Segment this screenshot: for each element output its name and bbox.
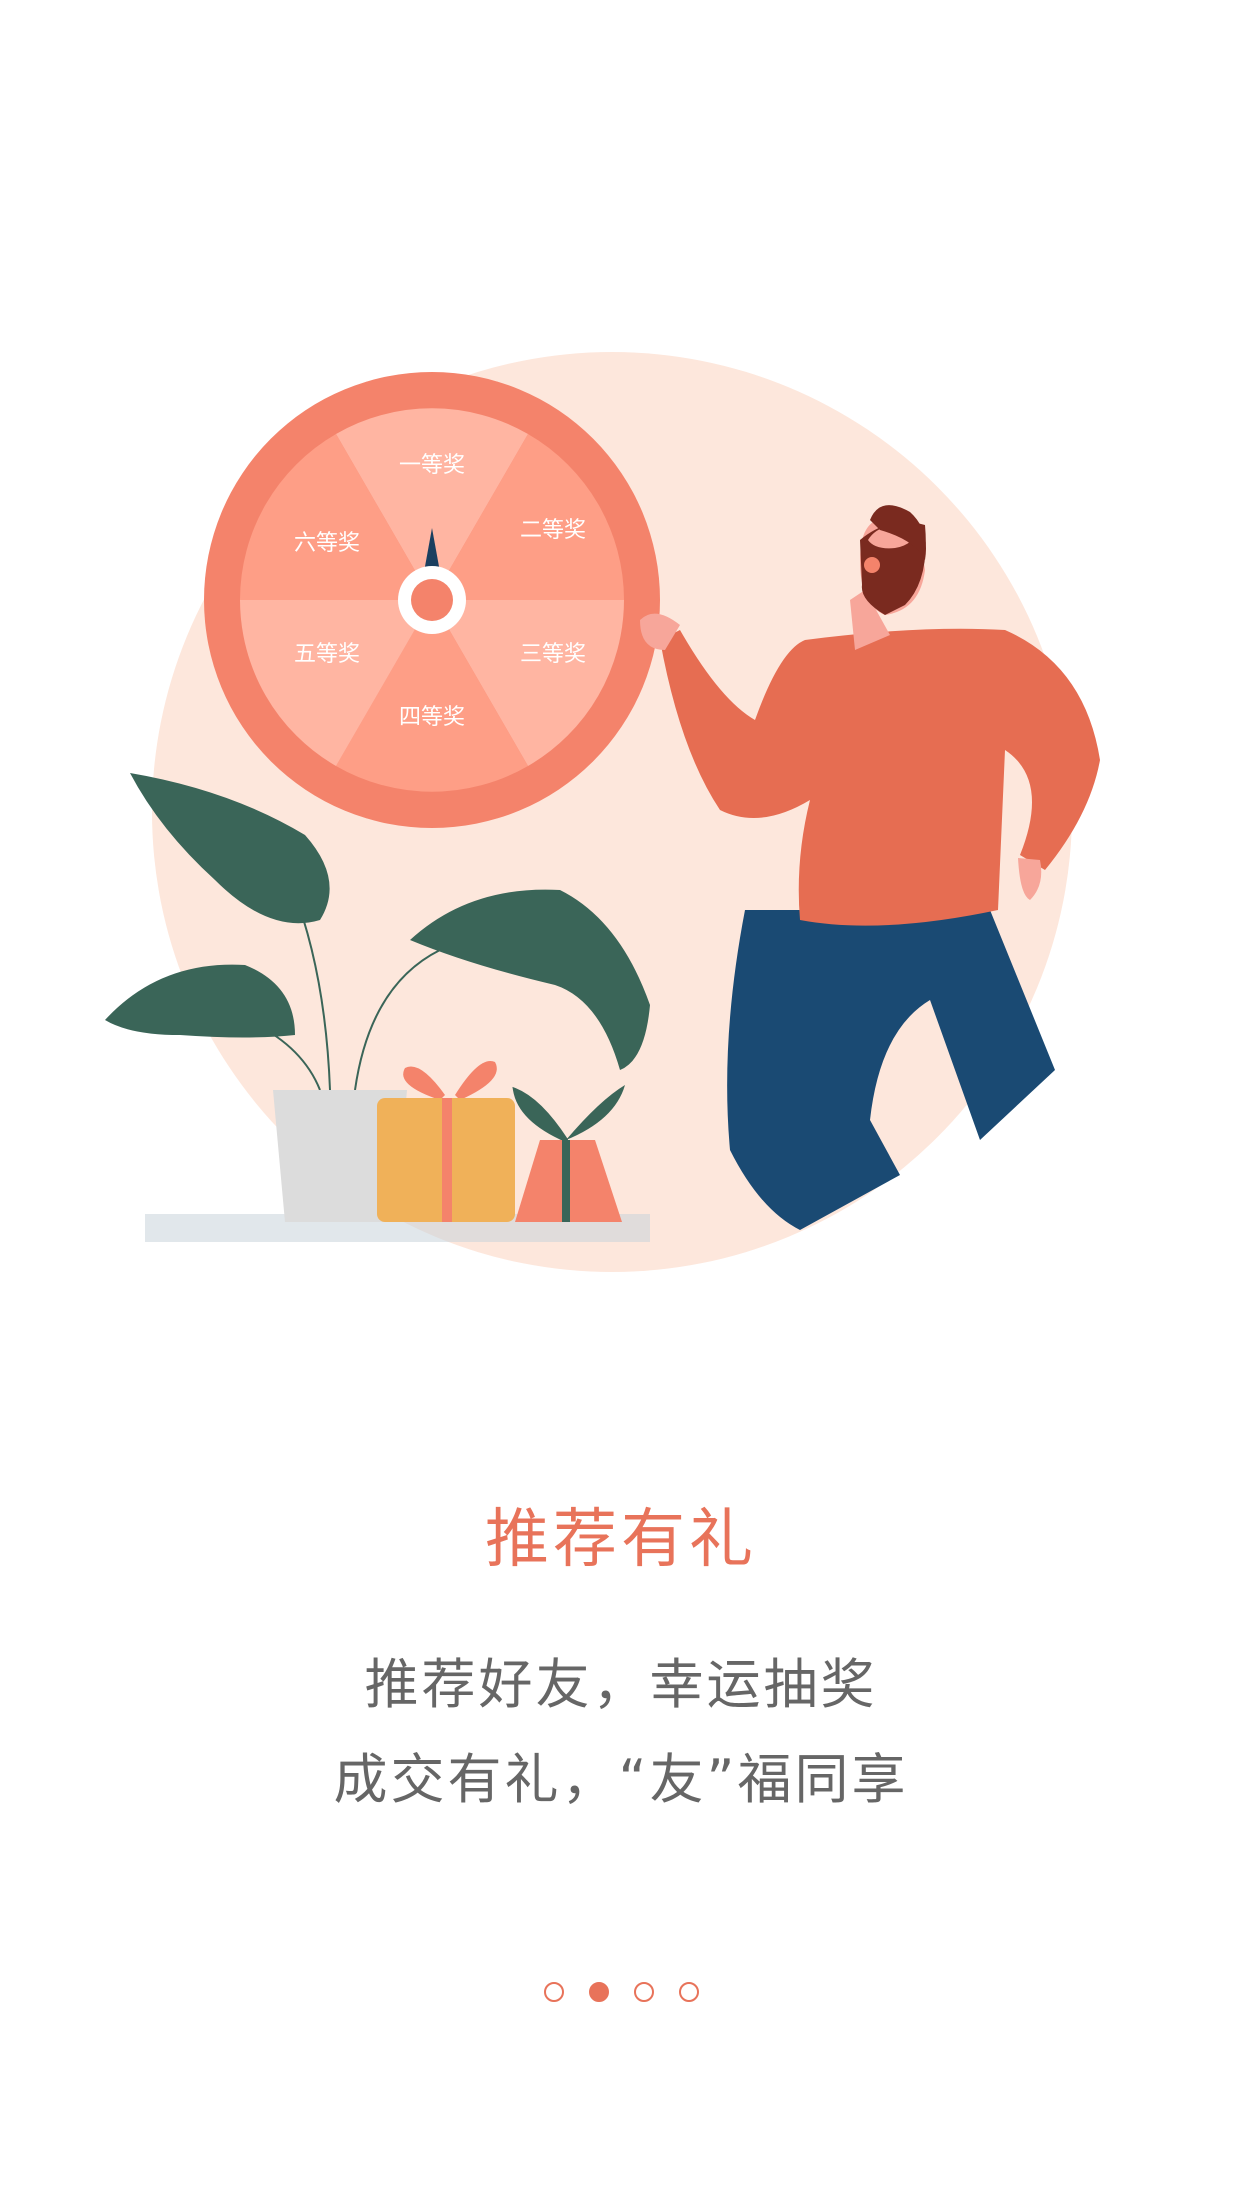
page-dot-2[interactable] [588,1982,609,2002]
page-dot-4[interactable] [678,1982,699,2002]
prize-label-3: 三等奖 [520,642,586,667]
prize-label-2: 二等奖 [520,518,586,543]
prize-label-1: 一等奖 [399,453,465,478]
prize-wheel-illustration: 一等奖 二等奖 三等奖 四等奖 五等奖 六等奖 [105,352,1100,1272]
prize-wheel: 一等奖 二等奖 三等奖 四等奖 五等奖 六等奖 [204,372,660,828]
page-dot-1[interactable] [543,1982,564,2002]
prize-label-4: 四等奖 [399,705,465,730]
page-title: 推荐有礼 [485,1503,757,1577]
page-dot-3[interactable] [633,1982,654,2002]
page-indicator [0,1982,1242,2002]
subtitle-line-1: 推荐好友，幸运抽奖 [364,1653,878,1716]
prize-label-5: 五等奖 [294,642,360,667]
subtitle-line-2: 成交有礼，“友”福同享 [333,1748,909,1811]
prize-label-6: 六等奖 [294,531,360,556]
